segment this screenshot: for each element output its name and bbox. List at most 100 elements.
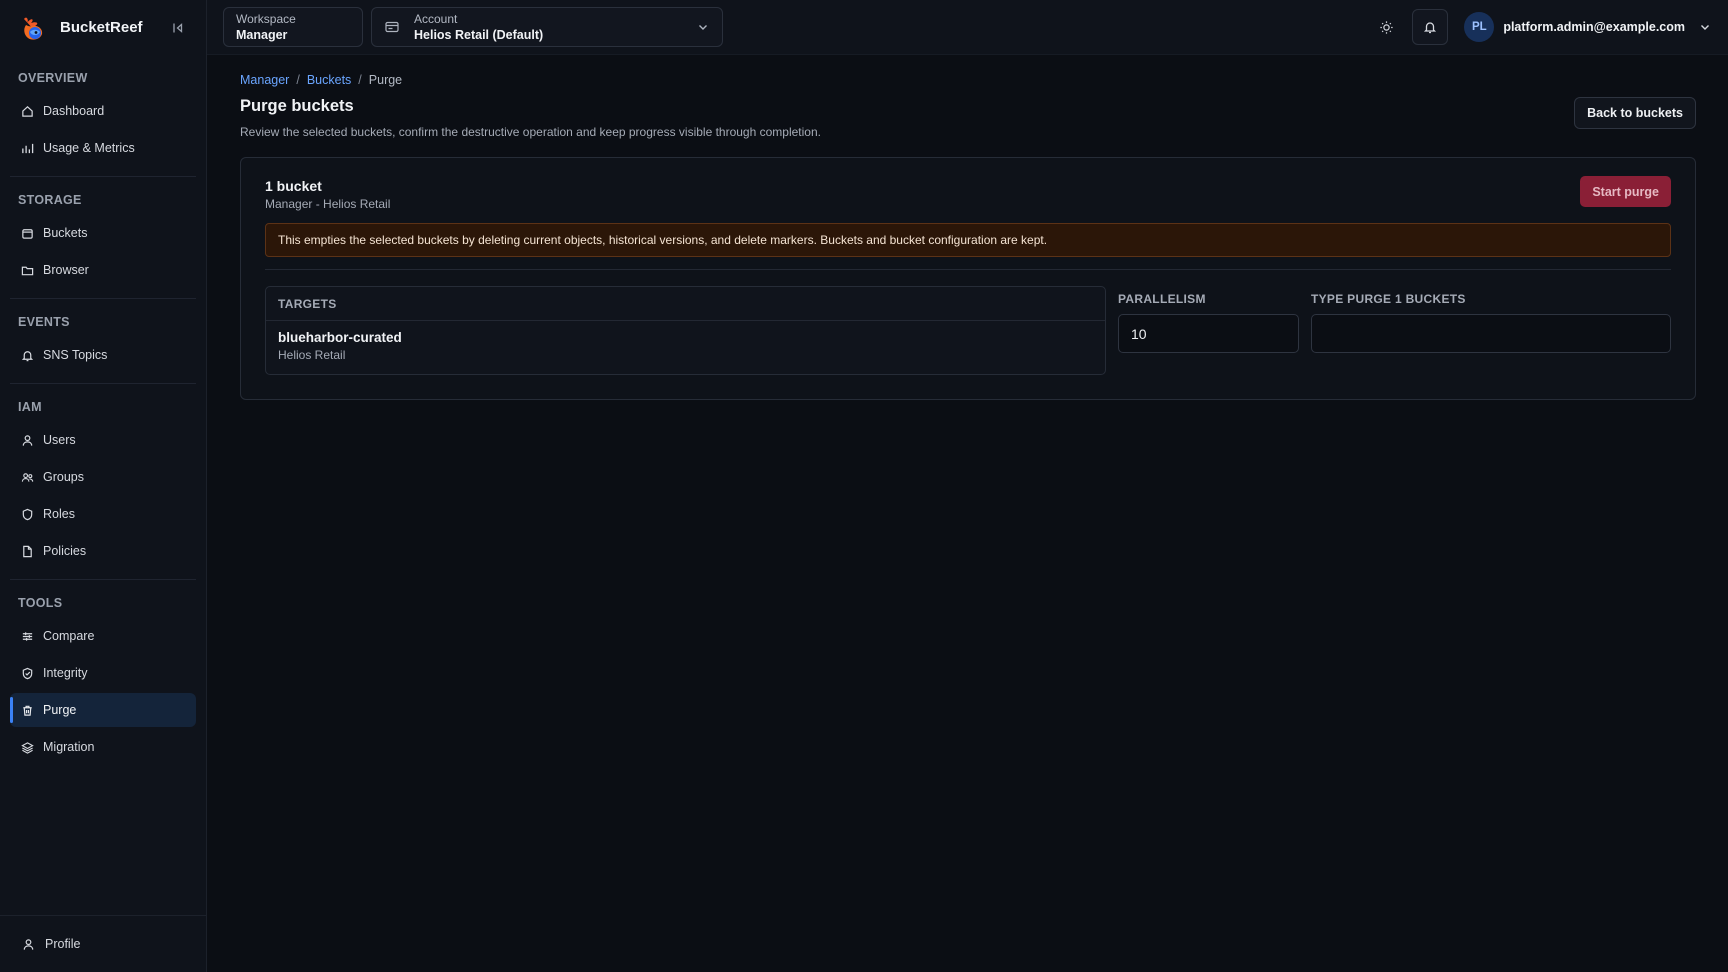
main: Workspace Manager Account Helios Retail … [207, 0, 1728, 972]
sidebar-item-buckets[interactable]: Buckets [10, 216, 196, 250]
bell-icon [21, 350, 34, 361]
sidebar-item-dashboard[interactable]: Dashboard [10, 94, 196, 128]
parallelism-label: PARALLELISM [1118, 292, 1206, 306]
sidebar-item-label: Users [43, 433, 76, 447]
user-icon [23, 938, 34, 950]
breadcrumb-buckets[interactable]: Buckets [307, 73, 351, 87]
account-value: Helios Retail (Default) [414, 27, 544, 42]
brand: BucketReef [0, 0, 206, 55]
shield-icon [22, 508, 33, 520]
nav-section-iam: IAM Users Groups Roles Policies [10, 392, 196, 580]
sidebar-item-users[interactable]: Users [10, 423, 196, 457]
layers-icon [21, 741, 34, 754]
purge-card: 1 bucket Manager - Helios Retail Start p… [240, 157, 1696, 400]
sidebar-item-label: Usage & Metrics [43, 141, 135, 155]
confirm-input[interactable] [1311, 314, 1671, 353]
sidebar-item-roles[interactable]: Roles [10, 497, 196, 531]
start-purge-button[interactable]: Start purge [1580, 176, 1671, 207]
card-header: 1 bucket Manager - Helios Retail Start p… [265, 176, 1671, 211]
sun-icon [1380, 20, 1393, 34]
sidebar-item-browser[interactable]: Browser [10, 253, 196, 287]
user-menu[interactable]: PL platform.admin@example.com [1464, 12, 1712, 42]
sidebar-item-label: Policies [43, 544, 87, 558]
sidebar-item-migration[interactable]: Migration [10, 730, 196, 764]
bucket-icon [22, 228, 33, 239]
breadcrumb-manager[interactable]: Manager [240, 73, 289, 87]
targets-heading: TARGETS [266, 287, 1105, 321]
page-header: Purge buckets Review the selected bucket… [240, 95, 1696, 139]
sidebar-item-label: SNS Topics [43, 348, 108, 362]
workspace-selector[interactable]: Workspace Manager [223, 7, 363, 47]
page-title: Purge buckets [240, 97, 354, 115]
breadcrumb-current: Purge [368, 73, 403, 87]
user-icon [22, 434, 33, 446]
collapse-sidebar-icon[interactable] [168, 18, 188, 38]
brand-logo-icon[interactable] [18, 13, 48, 43]
divider [265, 269, 1671, 270]
shield-check-icon [22, 667, 33, 679]
nav-heading: TOOLS [18, 596, 63, 610]
card-title: 1 bucket [265, 178, 322, 194]
bar-chart-icon [22, 143, 34, 153]
avatar: PL [1464, 12, 1495, 42]
warning-banner: This empties the selected buckets by del… [265, 223, 1671, 257]
notifications-button[interactable] [1412, 9, 1449, 45]
sidebar-item-usage-metrics[interactable]: Usage & Metrics [10, 131, 196, 165]
sidebar-item-label: Roles [43, 507, 75, 521]
back-to-buckets-button[interactable]: Back to buckets [1574, 97, 1696, 129]
breadcrumb-separator: / [296, 73, 300, 87]
nav-section-overview: OVERVIEW Dashboard Usage & Metrics [10, 63, 196, 177]
warning-text: This empties the selected buckets by del… [278, 233, 1048, 247]
brand-name: BucketReef [60, 19, 143, 36]
sidebar-item-label: Migration [43, 740, 95, 754]
chevron-down-icon [1698, 20, 1712, 34]
breadcrumb: Manager / Buckets / Purge [240, 71, 1696, 89]
account-label: Account [414, 11, 458, 26]
targets-panel: TARGETS blueharbor-curated Helios Retail [265, 286, 1106, 375]
bell-icon [1424, 22, 1437, 34]
sidebar-item-integrity[interactable]: Integrity [10, 656, 196, 690]
nav-section-events: EVENTS SNS Topics [10, 307, 196, 384]
sidebar-item-label: Buckets [43, 226, 88, 240]
sidebar-item-label: Purge [43, 703, 77, 717]
nav-heading: EVENTS [18, 315, 70, 329]
workspace-value: Manager [236, 27, 288, 42]
topbar: Workspace Manager Account Helios Retail … [207, 0, 1728, 55]
confirm-field: TYPE PURGE 1 BUCKETS [1311, 286, 1671, 375]
nav-heading: OVERVIEW [18, 71, 88, 85]
account-card-icon [384, 19, 400, 35]
nav-heading: IAM [18, 400, 42, 414]
sidebar-item-policies[interactable]: Policies [10, 534, 196, 568]
page-description: Review the selected buckets, confirm the… [240, 125, 821, 139]
account-selector[interactable]: Account Helios Retail (Default) [371, 7, 723, 47]
sidebar-item-label: Groups [43, 470, 84, 484]
parallelism-field: PARALLELISM [1118, 286, 1299, 375]
sidebar-item-compare[interactable]: Compare [10, 619, 196, 653]
target-bucket-account: Helios Retail [278, 348, 346, 362]
sidebar-item-groups[interactable]: Groups [10, 460, 196, 494]
sidebar-item-profile[interactable]: Profile [0, 915, 206, 972]
confirm-label: TYPE PURGE 1 BUCKETS [1311, 292, 1466, 306]
sidebar-item-purge[interactable]: Purge [10, 693, 196, 727]
file-icon [23, 545, 32, 557]
sliders-icon [22, 631, 33, 641]
chevron-down-icon [696, 20, 710, 34]
page-content: Manager / Buckets / Purge Purge buckets … [207, 55, 1728, 400]
theme-toggle-button[interactable] [1368, 9, 1404, 45]
sidebar: BucketReef OVERVIEW Dashboard Usage & Me… [0, 0, 207, 972]
parallelism-input[interactable] [1118, 314, 1299, 353]
sidebar-item-label: Dashboard [43, 104, 105, 118]
sidebar-item-label: Profile [45, 937, 81, 951]
home-icon [22, 105, 33, 117]
purge-config-row: TARGETS blueharbor-curated Helios Retail… [265, 286, 1671, 375]
sidebar-item-sns-topics[interactable]: SNS Topics [10, 338, 196, 372]
sidebar-item-label: Integrity [43, 666, 88, 680]
sidebar-item-label: Compare [43, 629, 95, 643]
breadcrumb-separator: / [358, 73, 362, 87]
nav-heading: STORAGE [18, 193, 82, 207]
nav-section-tools: TOOLS Compare Integrity Purge Migration [10, 588, 196, 775]
nav-section-storage: STORAGE Buckets Browser [10, 185, 196, 299]
users-icon [21, 472, 34, 482]
sidebar-item-label: Browser [43, 263, 89, 277]
sidebar-nav: OVERVIEW Dashboard Usage & Metrics STORA… [0, 55, 206, 915]
